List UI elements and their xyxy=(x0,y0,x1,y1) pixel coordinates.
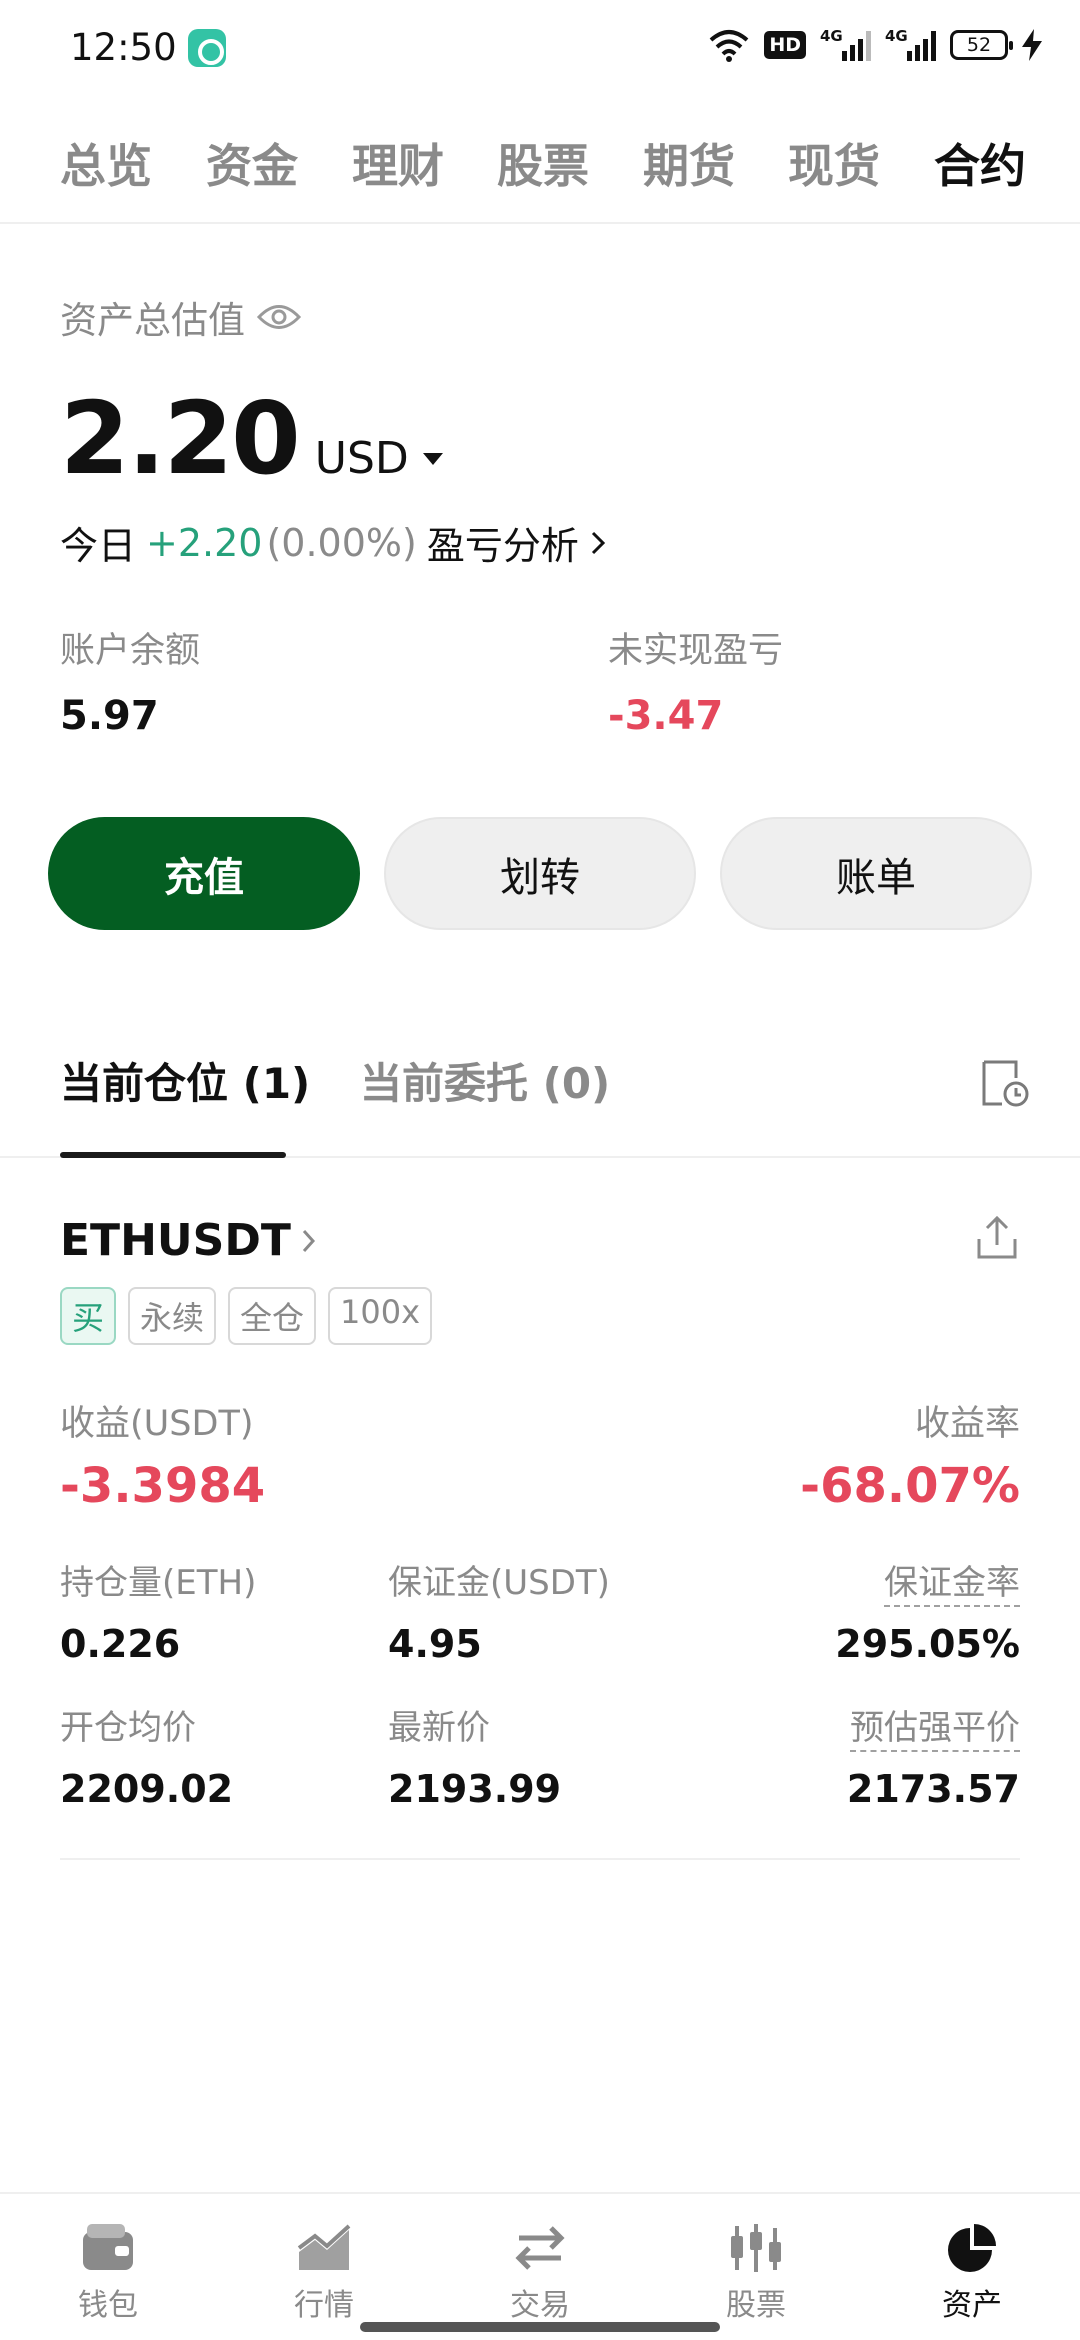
tab-current-orders[interactable]: 当前委托 (0) xyxy=(360,1050,610,1111)
symbol-row[interactable]: ETHUSDT xyxy=(60,1215,317,1266)
nav-market[interactable]: 行情 xyxy=(264,2222,384,2324)
position-tab-bar: 当前仓位 (1) 当前委托 (0) xyxy=(0,1010,1080,1158)
chevron-right-icon[interactable] xyxy=(589,529,607,557)
tag-margin-mode: 全仓 xyxy=(228,1287,317,1345)
today-change: +2.20 xyxy=(146,520,263,565)
margin-value: 4.95 xyxy=(388,1622,482,1666)
deposit-button[interactable]: 充值 xyxy=(48,817,360,930)
network-type-label: 4G xyxy=(820,27,843,45)
liq-value: 2173.57 xyxy=(846,1767,1020,1811)
tab-futures[interactable]: 期货 xyxy=(643,130,735,196)
charging-icon xyxy=(1022,29,1042,61)
page: 12:50 HD 4G 4G 52 总览 资金 理财 股票 期货 现货 合约 资… xyxy=(0,0,1080,2340)
today-label: 今日 xyxy=(60,524,137,568)
asset-total-label: 资产总估值 xyxy=(60,299,245,342)
symbol-name[interactable]: ETHUSDT xyxy=(60,1215,291,1266)
position-size-cell: 持仓量(ETH) 0.226 xyxy=(60,1555,256,1666)
tab-overview[interactable]: 总览 xyxy=(60,130,152,196)
size-label: 持仓量(ETH) xyxy=(60,1563,257,1603)
total-value-row: 2.20 USD xyxy=(60,380,443,497)
nav-trade-label: 交易 xyxy=(510,2288,570,2323)
nav-stocks-label: 股票 xyxy=(726,2288,786,2323)
card-divider xyxy=(60,1858,1020,1860)
position-tags: 买 永续 全仓 100x xyxy=(60,1287,433,1345)
liq-label[interactable]: 预估强平价 xyxy=(850,1708,1020,1752)
eye-icon[interactable] xyxy=(257,302,301,332)
roe-value: -68.07% xyxy=(800,1458,1020,1514)
nav-assets[interactable]: 资产 xyxy=(912,2222,1032,2324)
top-tab-bar: 总览 资金 理财 股票 期货 现货 合约 xyxy=(0,120,1080,224)
total-value: 2.20 xyxy=(60,380,301,497)
chevron-right-icon[interactable] xyxy=(301,1228,317,1254)
nav-market-label: 行情 xyxy=(294,2288,354,2323)
unrealized-label: 未实现盈亏 xyxy=(608,631,784,671)
nav-assets-label: 资产 xyxy=(942,2288,1002,2323)
unrealized-value: -3.47 xyxy=(608,693,724,739)
signal-icon-2: 4G xyxy=(885,27,936,61)
balance-stat: 账户余额 5.97 xyxy=(60,622,200,739)
tab-spot[interactable]: 现货 xyxy=(788,130,880,196)
app-notification-icon xyxy=(188,29,226,67)
tab-stocks[interactable]: 股票 xyxy=(497,130,589,196)
nav-wallet-label: 钱包 xyxy=(78,2288,138,2323)
margin-ratio-value: 295.05% xyxy=(835,1622,1020,1666)
nav-wallet[interactable]: 钱包 xyxy=(48,2222,168,2324)
asset-total-label-row: 资产总估值 xyxy=(60,290,301,344)
market-chart-icon xyxy=(297,2224,351,2270)
last-label: 最新价 xyxy=(388,1708,490,1748)
entry-value: 2209.02 xyxy=(60,1767,234,1811)
last-value: 2193.99 xyxy=(388,1767,562,1811)
history-icon[interactable] xyxy=(978,1058,1032,1110)
wallet-icon xyxy=(83,2224,133,2270)
network-type-label: 4G xyxy=(885,27,908,45)
last-price-cell: 最新价 2193.99 xyxy=(388,1700,561,1811)
tab-finance[interactable]: 理财 xyxy=(352,130,444,196)
tag-perpetual: 永续 xyxy=(128,1287,217,1345)
roe-label: 收益率 xyxy=(914,1404,1020,1444)
wifi-icon xyxy=(709,30,749,62)
tag-leverage: 100x xyxy=(328,1287,433,1345)
pie-chart-icon xyxy=(948,2224,996,2272)
status-bar: 12:50 HD 4G 4G 52 xyxy=(0,0,1080,100)
unrealized-stat: 未实现盈亏 -3.47 xyxy=(608,622,783,739)
pnl-label: 收益(USDT) xyxy=(60,1404,254,1444)
today-pnl-row: 今日 +2.20 (0.00%) 盈亏分析 xyxy=(60,515,607,570)
caret-down-icon[interactable] xyxy=(422,453,443,465)
tab-current-positions[interactable]: 当前仓位 (1) xyxy=(60,1050,310,1111)
balance-label: 账户余额 xyxy=(60,631,201,671)
active-tab-indicator xyxy=(60,1152,286,1158)
battery-icon: 52 xyxy=(950,30,1013,60)
liq-price-cell: 预估强平价 2173.57 xyxy=(847,1700,1020,1811)
transfer-button[interactable]: 划转 xyxy=(384,817,696,930)
entry-label: 开仓均价 xyxy=(60,1708,196,1748)
tab-funds[interactable]: 资金 xyxy=(206,130,298,196)
margin-label: 保证金(USDT) xyxy=(388,1563,610,1603)
size-value: 0.226 xyxy=(60,1622,181,1666)
margin-ratio-cell: 保证金率 295.05% xyxy=(835,1555,1020,1666)
margin-ratio-label[interactable]: 保证金率 xyxy=(884,1563,1020,1607)
balance-value: 5.97 xyxy=(60,693,159,739)
tag-side: 买 xyxy=(60,1287,117,1345)
today-pct: (0.00%) xyxy=(266,520,417,565)
bottom-nav: 钱包 行情 交易 股票 资产 xyxy=(0,2192,1080,2340)
nav-stocks[interactable]: 股票 xyxy=(696,2222,816,2324)
swap-arrows-icon xyxy=(515,2226,565,2270)
share-icon[interactable] xyxy=(974,1215,1020,1261)
pnl-analysis-link[interactable]: 盈亏分析 xyxy=(427,515,579,570)
entry-price-cell: 开仓均价 2209.02 xyxy=(60,1700,233,1811)
candlestick-icon xyxy=(731,2224,781,2272)
pnl-value: -3.3984 xyxy=(60,1458,266,1514)
status-time: 12:50 xyxy=(70,26,177,69)
currency-selector[interactable]: USD xyxy=(315,433,409,484)
hd-voice-icon: HD xyxy=(764,31,806,59)
tab-contracts[interactable]: 合约 xyxy=(934,130,1026,196)
signal-icon-1: 4G xyxy=(820,27,871,61)
margin-cell: 保证金(USDT) 4.95 xyxy=(388,1555,610,1666)
nav-trade[interactable]: 交易 xyxy=(480,2222,600,2324)
home-indicator[interactable] xyxy=(360,2322,720,2332)
status-indicators: HD 4G 4G 52 xyxy=(708,27,1042,62)
bill-button[interactable]: 账单 xyxy=(720,817,1032,930)
